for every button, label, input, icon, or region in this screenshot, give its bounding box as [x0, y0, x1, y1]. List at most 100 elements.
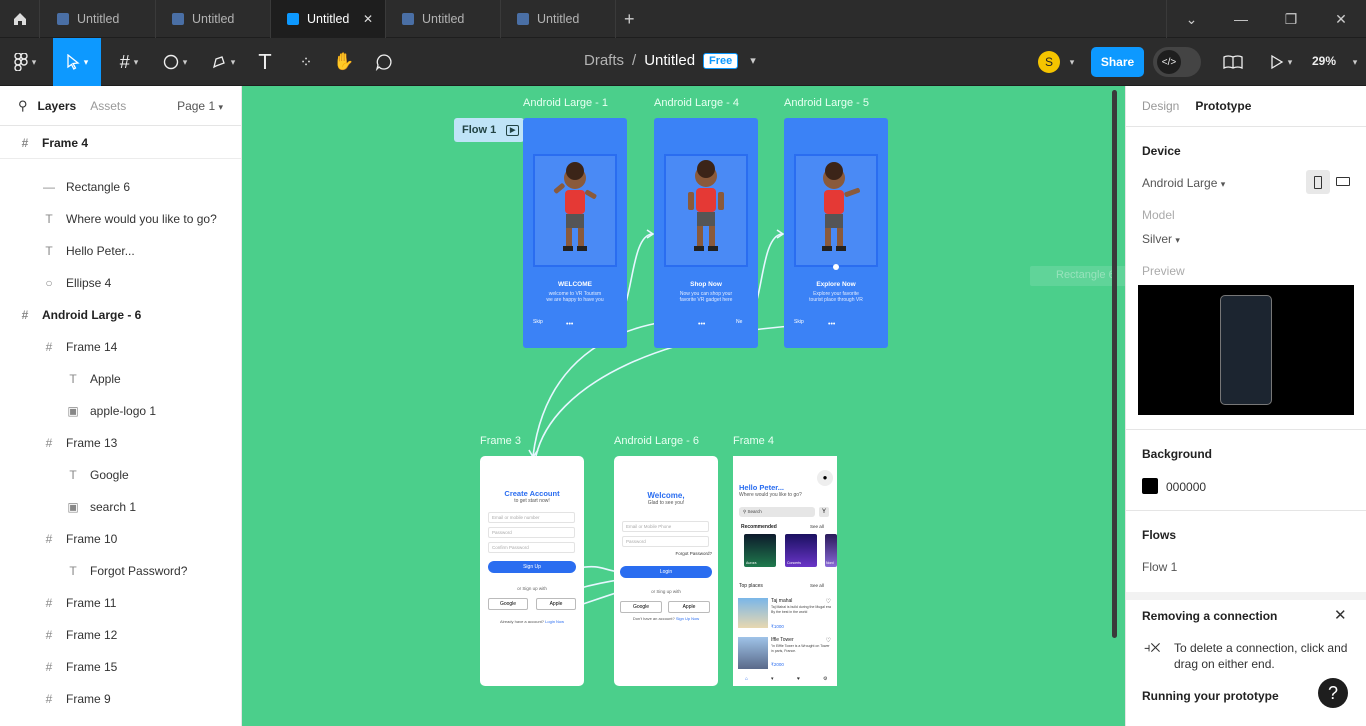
- layer-row[interactable]: T Google: [0, 459, 241, 491]
- tab-list-chevron-icon[interactable]: ⌄: [1166, 0, 1216, 38]
- help-button[interactable]: ?: [1318, 678, 1348, 708]
- layer-row[interactable]: # Frame 4: [0, 127, 241, 159]
- skip-button[interactable]: Skip: [533, 319, 543, 325]
- background-hex-input[interactable]: 000000: [1166, 480, 1346, 494]
- email-field[interactable]: Email or mobile number: [488, 512, 575, 523]
- home-button[interactable]: [0, 0, 40, 38]
- layer-row[interactable]: — Rectangle 6: [0, 171, 241, 203]
- layer-row[interactable]: ▣ apple-logo 1: [0, 395, 241, 427]
- password-field[interactable]: Password: [488, 527, 575, 538]
- next-button[interactable]: Ne: [736, 319, 742, 325]
- layer-row[interactable]: T Where would you like to go?: [0, 203, 241, 235]
- zoom-chevron-icon[interactable]: ▾: [1346, 38, 1360, 86]
- place-item[interactable]: Taj mahal Taj Mahal is build during the …: [738, 598, 833, 632]
- layer-row[interactable]: ▣ search 1: [0, 491, 241, 523]
- file-tab-active[interactable]: Untitled ✕: [271, 0, 386, 38]
- close-window-icon[interactable]: ✕: [1316, 0, 1366, 38]
- present-button[interactable]: ▾: [1262, 38, 1300, 86]
- recommend-card[interactable]: Concerts: [785, 534, 817, 567]
- layer-row[interactable]: # Frame 9: [0, 683, 241, 715]
- layer-row[interactable]: T Forgot Password?: [0, 555, 241, 587]
- breadcrumb-folder[interactable]: Drafts: [584, 52, 624, 69]
- device-select[interactable]: Android Large ▾: [1126, 176, 1366, 190]
- frame-label[interactable]: Android Large - 5: [784, 97, 869, 109]
- frame-tool[interactable]: # ▾: [110, 38, 148, 86]
- file-menu-chevron-icon[interactable]: ▾: [750, 54, 756, 67]
- resources-tool[interactable]: ⁘: [293, 38, 319, 86]
- hand-tool[interactable]: ✋: [331, 38, 357, 86]
- filter-icon[interactable]: Y: [819, 507, 829, 517]
- favorite-heart-icon[interactable]: ♡: [826, 637, 831, 644]
- new-tab-plus-icon[interactable]: +: [624, 9, 635, 30]
- file-tab[interactable]: Untitled: [501, 0, 616, 38]
- portrait-orientation-icon[interactable]: [1306, 170, 1330, 194]
- close-tip-icon[interactable]: ✕: [1334, 606, 1347, 624]
- frame-android-large-1[interactable]: WELCOME welcome to VR Tourism we are hap…: [523, 118, 627, 348]
- login-button[interactable]: Login: [620, 566, 712, 578]
- library-button[interactable]: [1216, 38, 1250, 86]
- recommend-card[interactable]: Aurora: [744, 534, 776, 567]
- play-flow-icon[interactable]: ▶: [506, 124, 520, 136]
- tab-design[interactable]: Design: [1142, 99, 1179, 113]
- frame-android-large-6[interactable]: Welcome, Glad to see you! Email or Mobil…: [614, 456, 718, 686]
- google-button[interactable]: Google: [620, 601, 662, 613]
- frame-label[interactable]: Android Large - 4: [654, 97, 739, 109]
- see-all-link[interactable]: See all: [810, 524, 824, 529]
- share-button[interactable]: Share: [1091, 47, 1144, 77]
- comment-tool[interactable]: [371, 38, 397, 86]
- apple-button[interactable]: Apple: [668, 601, 710, 613]
- cart-nav-icon[interactable]: ▾: [771, 676, 774, 682]
- skip-button[interactable]: Skip: [794, 319, 804, 325]
- recommend-card[interactable]: Nord: [825, 534, 837, 567]
- background-swatch[interactable]: [1142, 478, 1158, 494]
- avatar[interactable]: S: [1038, 51, 1060, 73]
- confirm-password-field[interactable]: Confirm Password: [488, 542, 575, 553]
- flow-starting-point[interactable]: Flow 1 ▶: [454, 118, 524, 142]
- layer-row[interactable]: # Frame 14: [0, 331, 241, 363]
- canvas-scrollbar[interactable]: [1112, 90, 1117, 638]
- model-select[interactable]: Silver ▾: [1126, 232, 1366, 246]
- frame-label[interactable]: Frame 4: [733, 435, 774, 447]
- pen-tool[interactable]: ▾: [204, 38, 242, 86]
- layer-row[interactable]: # Android Large - 6: [0, 299, 241, 331]
- search-bar[interactable]: ⚲ Search: [739, 507, 815, 517]
- google-button[interactable]: Google: [488, 598, 528, 610]
- apple-button[interactable]: Apple: [536, 598, 576, 610]
- file-tab[interactable]: Untitled: [386, 0, 501, 38]
- landscape-orientation-icon[interactable]: [1336, 177, 1350, 186]
- notification-bell-icon[interactable]: ●: [817, 470, 833, 486]
- frame-label[interactable]: Android Large - 1: [523, 97, 608, 109]
- home-nav-icon[interactable]: ⌂: [745, 676, 748, 682]
- main-menu-button[interactable]: ▾: [6, 38, 44, 86]
- layer-row[interactable]: T Hello Peter...: [0, 235, 241, 267]
- text-tool[interactable]: T: [252, 38, 278, 86]
- layer-row[interactable]: ○ Ellipse 4: [0, 267, 241, 299]
- frame-3[interactable]: Create Account to get start now! Email o…: [480, 456, 584, 686]
- canvas[interactable]: Flow 1 ▶ Android Large - 1 WELCOME welcom…: [242, 86, 1125, 726]
- login-link[interactable]: Login Now: [545, 619, 564, 624]
- frame-label[interactable]: Android Large - 6: [614, 435, 699, 447]
- tab-assets[interactable]: Assets: [90, 99, 126, 113]
- password-field[interactable]: Password: [622, 536, 709, 547]
- layer-row[interactable]: T Apple: [0, 363, 241, 395]
- dev-mode-toggle[interactable]: </>: [1153, 47, 1201, 77]
- shape-tool[interactable]: ▾: [156, 38, 194, 86]
- tab-prototype[interactable]: Prototype: [1195, 99, 1251, 113]
- restore-icon[interactable]: ❐: [1266, 0, 1316, 38]
- place-item[interactable]: Iffle Tower "in Eiffle Tower is a Wrough…: [738, 637, 833, 671]
- zoom-level[interactable]: 29%: [1312, 54, 1336, 68]
- flow-item[interactable]: Flow 1: [1126, 560, 1366, 574]
- move-tool[interactable]: ▾: [53, 38, 101, 86]
- favorite-heart-icon[interactable]: ♡: [826, 598, 831, 605]
- tab-layers[interactable]: Layers: [38, 99, 77, 113]
- file-tab[interactable]: Untitled: [156, 0, 271, 38]
- close-tab-icon[interactable]: ✕: [363, 12, 373, 26]
- see-all-link[interactable]: See all: [810, 583, 824, 588]
- plan-badge[interactable]: Free: [703, 52, 739, 69]
- layer-row[interactable]: # Frame 11: [0, 587, 241, 619]
- page-selector[interactable]: Page 1 ▾: [177, 99, 223, 113]
- signup-link[interactable]: Sign Up Now: [676, 616, 699, 621]
- layer-row[interactable]: # Frame 12: [0, 619, 241, 651]
- email-field[interactable]: Email or Mobile Phone: [622, 521, 709, 532]
- layer-row[interactable]: # Frame 10: [0, 523, 241, 555]
